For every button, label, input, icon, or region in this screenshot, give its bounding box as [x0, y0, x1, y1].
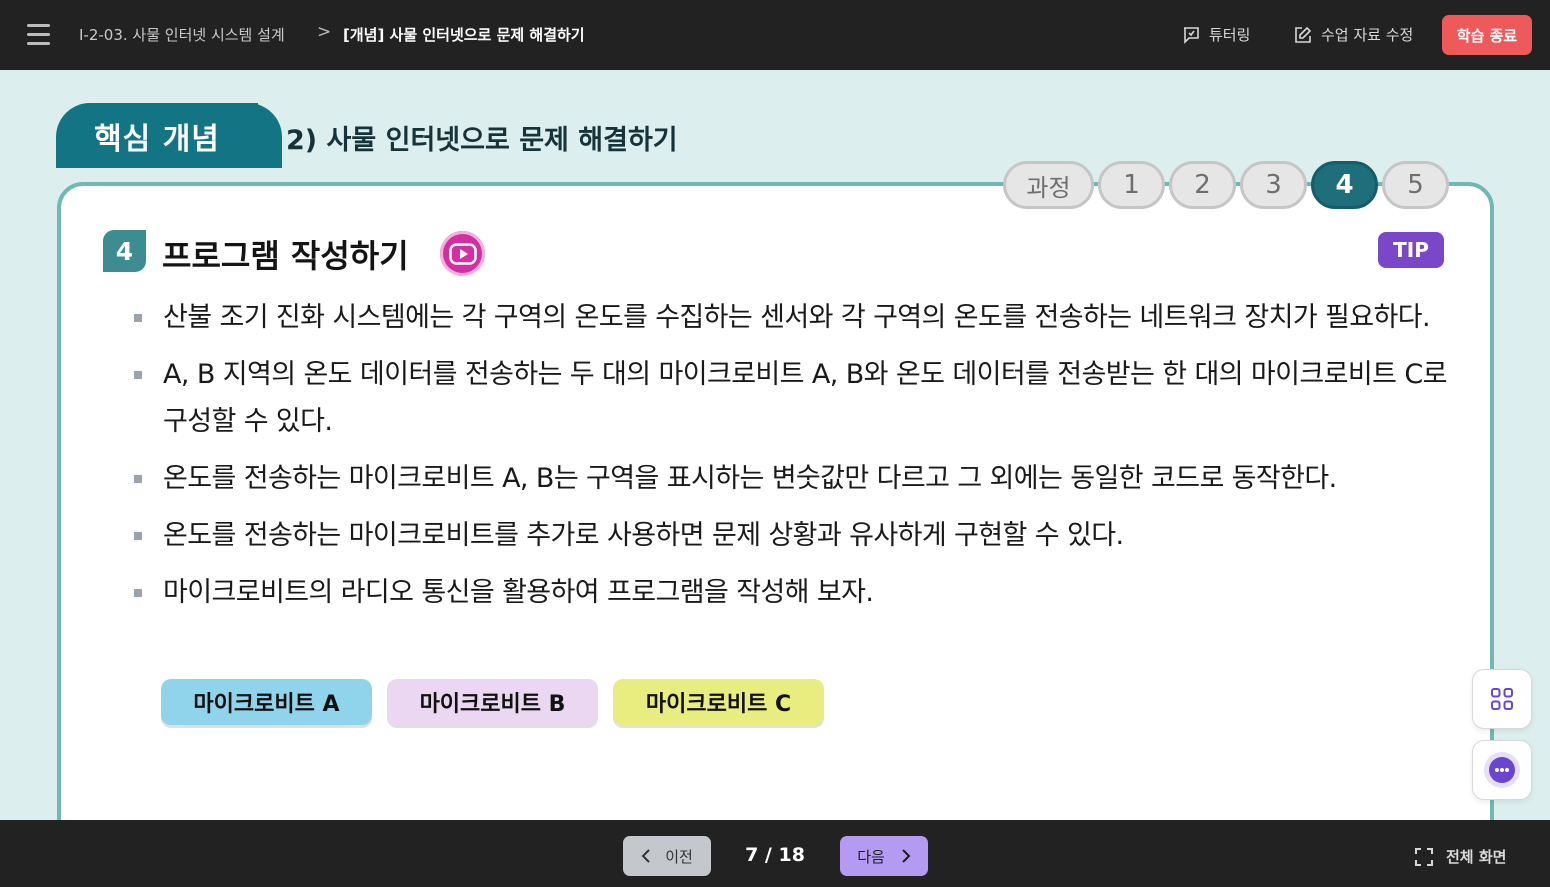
tip-button[interactable]: TIP	[1378, 232, 1444, 268]
chevron-right-icon: >	[317, 22, 332, 42]
bullet-list: 산불 조기 진화 시스템에는 각 구역의 온도를 수집하는 센서와 각 구역의 …	[130, 294, 1460, 626]
chat-icon	[1184, 26, 1199, 44]
edit-material-label: 수업 자료 수정	[1321, 26, 1414, 44]
fullscreen-label: 전체 화면	[1446, 848, 1507, 866]
step-2[interactable]: 2	[1169, 161, 1236, 209]
bottom-bar: 이전 7 / 18 다음 전체 화면	[0, 820, 1550, 887]
menu-icon[interactable]	[27, 24, 50, 46]
step-label: 과정	[1003, 161, 1094, 209]
step-4[interactable]: 4	[1311, 161, 1378, 209]
next-button[interactable]: 다음	[840, 836, 928, 876]
step-5[interactable]: 5	[1382, 161, 1449, 209]
chevron-right-icon	[902, 849, 911, 863]
tutoring-label: 튜터링	[1209, 26, 1251, 44]
top-bar: I-2-03. 사물 인터넷 시스템 설계 > [개념] 사물 인터넷으로 문제…	[0, 0, 1550, 70]
chevron-left-icon	[641, 849, 650, 863]
page-title: 2) 사물 인터넷으로 문제 해결하기	[286, 125, 678, 156]
microbit-a-button[interactable]: 마이크로비트 A	[161, 679, 372, 725]
step-3[interactable]: 3	[1240, 161, 1307, 209]
concept-tab: 핵심 개념	[56, 103, 282, 168]
next-label: 다음	[857, 847, 885, 866]
microbit-b-button[interactable]: 마이크로비트 B	[387, 679, 598, 725]
video-play-icon[interactable]	[440, 231, 485, 276]
list-item: 온도를 전송하는 마이크로비트를 추가로 사용하면 문제 상황과 유사하게 구현…	[130, 512, 1460, 559]
chatbot-icon	[1484, 752, 1520, 788]
edit-material-button[interactable]: 수업 자료 수정	[1294, 24, 1413, 45]
section-number: 4	[103, 230, 146, 272]
end-lesson-button[interactable]: 학습 종료	[1442, 15, 1532, 55]
prev-button[interactable]: 이전	[623, 836, 711, 876]
breadcrumb-current: [개념] 사물 인터넷으로 문제 해결하기	[343, 26, 585, 44]
tutoring-button[interactable]: 튜터링	[1182, 24, 1250, 45]
list-item: 온도를 전송하는 마이크로비트 A, B는 구역을 표시하는 변숫값만 다르고 …	[130, 455, 1460, 502]
prev-label: 이전	[665, 847, 693, 866]
section-title: 프로그램 작성하기	[162, 237, 409, 275]
fullscreen-button[interactable]: 전체 화면	[1414, 846, 1506, 867]
list-item: A, B 지역의 온도 데이터를 전송하는 두 대의 마이크로비트 A, B와 …	[130, 351, 1460, 445]
breadcrumb-course[interactable]: I-2-03. 사물 인터넷 시스템 설계	[79, 24, 285, 45]
edit-icon	[1295, 26, 1312, 43]
grid-icon	[1491, 688, 1513, 710]
apps-button[interactable]	[1472, 669, 1532, 729]
step-navigator: 과정 1 2 3 4 5	[1003, 161, 1449, 211]
microbit-c-button[interactable]: 마이크로비트 C	[613, 679, 824, 725]
list-item: 산불 조기 진화 시스템에는 각 구역의 온도를 수집하는 센서와 각 구역의 …	[130, 294, 1460, 341]
fullscreen-icon	[1415, 847, 1433, 866]
list-item: 마이크로비트의 라디오 통신을 활용하여 프로그램을 작성해 보자.	[130, 569, 1460, 616]
chatbot-button[interactable]	[1472, 740, 1532, 800]
step-1[interactable]: 1	[1098, 161, 1165, 209]
page-indicator: 7 / 18	[745, 844, 805, 866]
